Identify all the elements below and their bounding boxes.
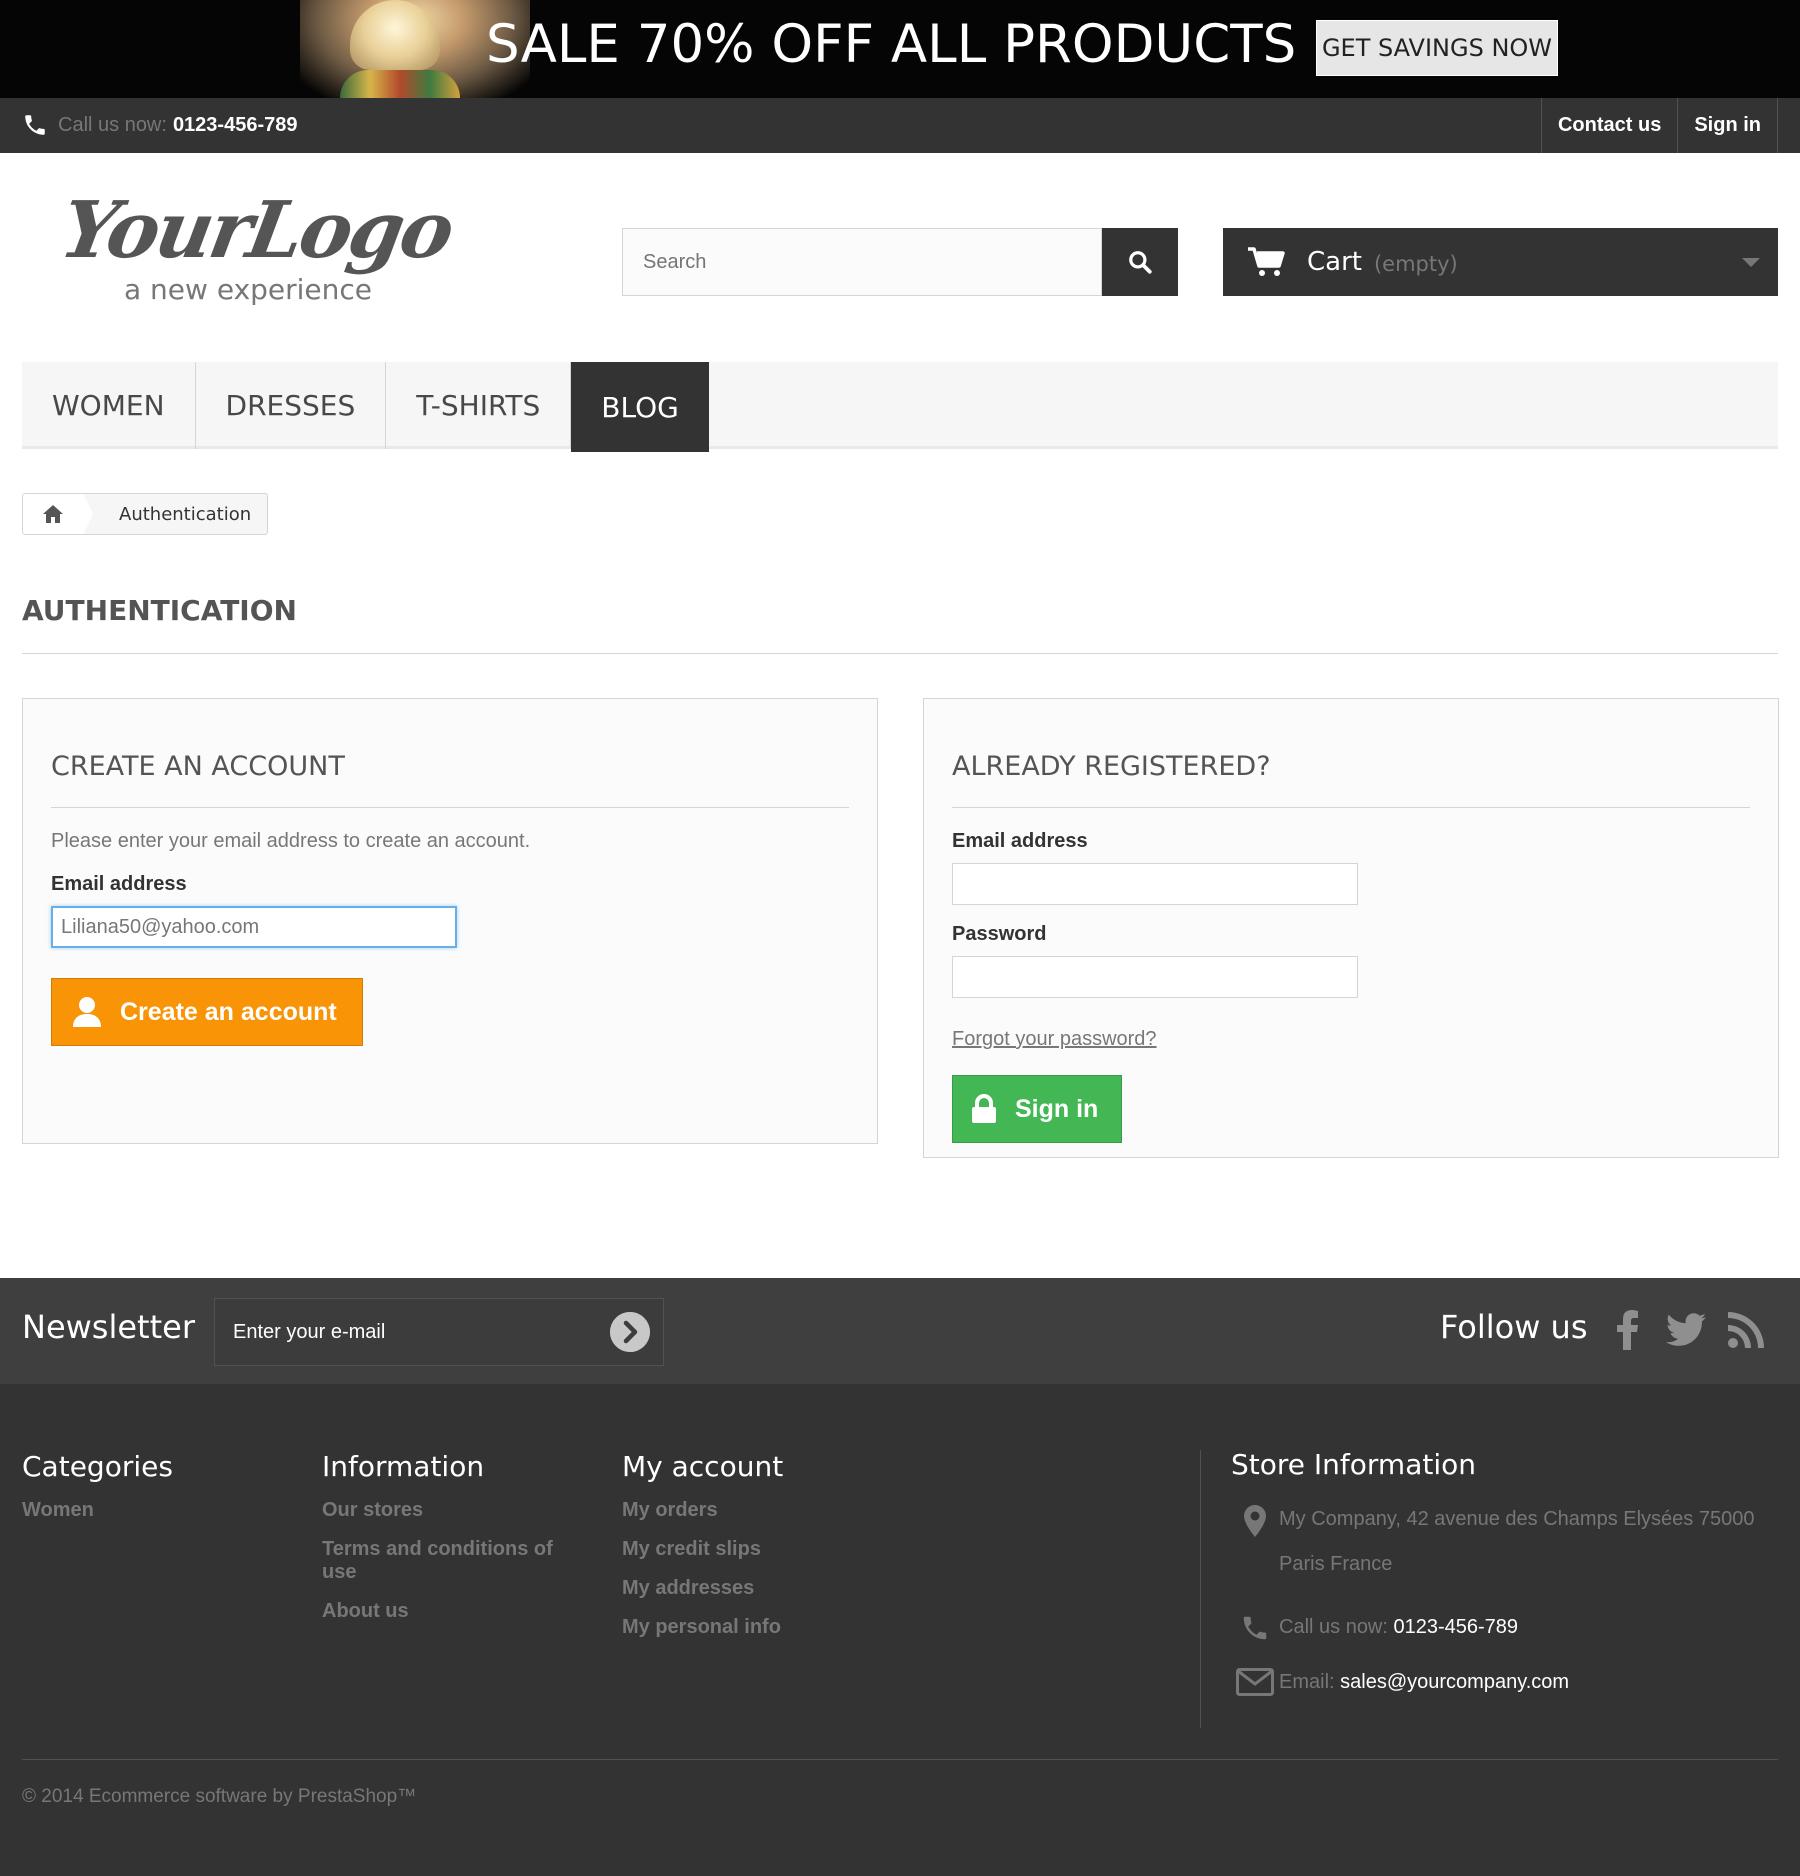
- cart-label: Cart: [1307, 247, 1362, 277]
- menu-item-tshirts[interactable]: T-SHIRTS: [386, 362, 572, 449]
- store-email-label: Email:: [1279, 1671, 1335, 1693]
- banner-model-hair: [350, 0, 440, 70]
- store-call-label: Call us now:: [1279, 1616, 1388, 1638]
- call-us-label: Call us now:: [58, 113, 167, 136]
- sign-in-link[interactable]: Sign in: [1677, 98, 1778, 153]
- newsletter-submit-button[interactable]: [610, 1312, 650, 1352]
- password-label: Password: [952, 923, 1047, 945]
- top-bar: Call us now: 0123-456-789 Contact us Sig…: [0, 98, 1800, 153]
- sign-in-button[interactable]: Sign in: [952, 1075, 1122, 1143]
- menu-item-blog[interactable]: BLOG: [571, 362, 709, 452]
- main-menu: WOMEN DRESSES T-SHIRTS BLOG: [22, 362, 1778, 452]
- footer-information-title: Information: [322, 1450, 485, 1483]
- footer-store-information: Store Information My Company, 42 avenue …: [1200, 1448, 1780, 1728]
- chevron-right-icon: [610, 1312, 650, 1352]
- facebook-link[interactable]: [1608, 1310, 1648, 1350]
- phone-number: 0123-456-789: [172, 113, 298, 136]
- get-savings-button[interactable]: GET SAVINGS NOW: [1316, 20, 1558, 76]
- create-account-description: Please enter your email address to creat…: [51, 830, 531, 852]
- store-email: Email: sales@yourcompany.com: [1231, 1660, 1780, 1705]
- breadcrumb-current: Authentication: [119, 503, 252, 525]
- cart-status: (empty): [1373, 252, 1458, 276]
- search-icon: [1129, 251, 1152, 274]
- breadcrumb: Authentication: [22, 493, 269, 535]
- home-icon: [43, 505, 63, 523]
- login-email-label: Email address: [952, 830, 1088, 852]
- login-title: ALREADY REGISTERED?: [952, 699, 1750, 808]
- logo-tagline: a new experience: [124, 273, 373, 306]
- phone-icon: [1243, 1616, 1267, 1640]
- create-account-button-label: Create an account: [120, 997, 337, 1026]
- menu-item-dresses[interactable]: DRESSES: [196, 362, 387, 449]
- footer-account-title: My account: [622, 1450, 784, 1483]
- store-phone-number: 0123-456-789: [1393, 1616, 1519, 1638]
- store-phone: Call us now: 0123-456-789: [1231, 1605, 1780, 1650]
- map-marker-icon: [1244, 1505, 1266, 1537]
- newsletter-bar: Newsletter Follow us: [0, 1278, 1800, 1384]
- breadcrumb-home[interactable]: [23, 494, 93, 534]
- cart-button[interactable]: Cart (empty): [1223, 228, 1778, 296]
- promo-banner[interactable]: SALE 70% OFF ALL PRODUCTS GET SAVINGS NO…: [0, 0, 1800, 98]
- store-address-text: My Company, 42 avenue des Champs Elysées…: [1279, 1508, 1755, 1575]
- facebook-icon: [1617, 1310, 1638, 1350]
- footer-link-women[interactable]: Women: [22, 1499, 282, 1522]
- create-email-label: Email address: [51, 873, 187, 895]
- search-bar: [622, 228, 1178, 296]
- envelope-icon: [1236, 1668, 1274, 1696]
- rss-icon: [1728, 1312, 1764, 1348]
- password-field[interactable]: [952, 956, 1358, 998]
- footer-information: Information Our stores Terms and conditi…: [322, 1450, 582, 1639]
- login-form: ALREADY REGISTERED? Email address Passwo…: [923, 698, 1779, 1158]
- banner-title: SALE 70% OFF ALL PRODUCTS: [486, 14, 1297, 75]
- twitter-link[interactable]: [1666, 1310, 1706, 1350]
- rss-link[interactable]: [1726, 1310, 1766, 1350]
- login-email-field[interactable]: [952, 863, 1358, 905]
- cart-icon: [1248, 247, 1285, 276]
- newsletter-email-input[interactable]: [214, 1298, 664, 1366]
- footer-link-my-orders[interactable]: My orders: [622, 1499, 922, 1522]
- follow-us-title: Follow us: [1440, 1308, 1588, 1346]
- chevron-down-icon: [1742, 258, 1760, 267]
- store-address: My Company, 42 avenue des Champs Elysées…: [1231, 1497, 1780, 1587]
- footer-link-personal-info[interactable]: My personal info: [622, 1616, 922, 1639]
- contact-us-link[interactable]: Contact us: [1540, 98, 1677, 153]
- newsletter-title: Newsletter: [22, 1308, 195, 1346]
- create-account-form: CREATE AN ACCOUNT Please enter your emai…: [22, 698, 878, 1144]
- footer-link-our-stores[interactable]: Our stores: [322, 1499, 582, 1522]
- create-email-field[interactable]: [51, 906, 457, 948]
- page-title: AUTHENTICATION: [22, 594, 1778, 654]
- footer-divider: [22, 1759, 1778, 1760]
- lock-icon: [972, 1094, 996, 1123]
- site-logo[interactable]: YourLogo a new experience: [54, 185, 492, 315]
- copyright: © 2014 Ecommerce software by PrestaShop™: [22, 1786, 417, 1807]
- call-us-line: Call us now: 0123-456-789: [22, 112, 298, 138]
- user-icon: [73, 997, 101, 1027]
- sign-in-button-label: Sign in: [1015, 1094, 1099, 1123]
- store-email-link[interactable]: sales@yourcompany.com: [1340, 1660, 1569, 1705]
- search-button[interactable]: [1102, 228, 1178, 296]
- menu-item-women[interactable]: WOMEN: [22, 362, 196, 449]
- create-account-title: CREATE AN ACCOUNT: [51, 699, 849, 808]
- footer-categories: Categories Women: [22, 1450, 282, 1538]
- phone-icon: [25, 115, 45, 135]
- create-account-button[interactable]: Create an account: [51, 978, 363, 1046]
- footer-categories-title: Categories: [22, 1450, 173, 1483]
- footer-link-terms[interactable]: Terms and conditions of use: [322, 1538, 582, 1584]
- footer-link-about-us[interactable]: About us: [322, 1600, 582, 1623]
- footer-my-account: My account My orders My credit slips My …: [622, 1450, 922, 1655]
- footer-link-credit-slips[interactable]: My credit slips: [622, 1538, 922, 1561]
- top-links: Contact us Sign in: [1540, 98, 1778, 153]
- search-input[interactable]: [622, 228, 1102, 296]
- logo-text: YourLogo: [53, 185, 459, 276]
- banner-model-dress: [340, 70, 460, 98]
- footer: Categories Women Information Our stores …: [0, 1384, 1800, 1876]
- footer-store-title: Store Information: [1231, 1448, 1476, 1481]
- footer-link-addresses[interactable]: My addresses: [622, 1577, 922, 1600]
- forgot-password-link[interactable]: Forgot your password?: [952, 1028, 1750, 1051]
- twitter-icon: [1666, 1313, 1706, 1346]
